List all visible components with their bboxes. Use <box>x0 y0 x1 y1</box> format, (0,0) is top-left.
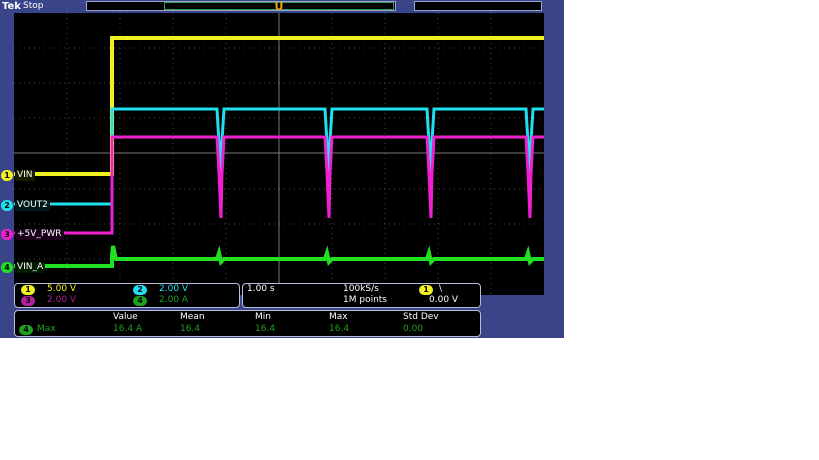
ch2-scale-badge: 2 <box>133 285 147 295</box>
time-per-division: 1.00 s <box>247 284 275 294</box>
meas-header-std-dev: Std Dev <box>403 312 439 322</box>
ch1-scale: 5.00 V <box>47 284 77 294</box>
ch3-name: +5V_PWR <box>15 229 64 240</box>
ch1-label[interactable]: 1 VIN <box>0 170 35 181</box>
meas-value: 16.4 A <box>113 324 143 334</box>
meas-channel-badge: 4 <box>19 325 33 335</box>
oscilloscope-screen: Tek Stop U 1 VIN 2 VOUT2 3 +5V_PWR 4 VIN… <box>0 0 564 338</box>
meas-type: Max <box>37 324 56 334</box>
ch4-number: 4 <box>1 262 13 273</box>
meas-header-min: Min <box>255 312 271 322</box>
ch2-label[interactable]: 2 VOUT2 <box>0 200 50 211</box>
ch4-label[interactable]: 4 VIN_A <box>0 262 46 273</box>
meas-min: 16.4 <box>255 324 276 334</box>
record-length: 1M points <box>343 295 387 305</box>
trigger-source-badge: 1 <box>419 285 433 295</box>
ch4-scale: 2.00 A <box>159 295 189 305</box>
ch4-name: VIN_A <box>15 262 46 273</box>
record-overview-bar-right <box>414 1 542 11</box>
meas-std-dev: 0.00 <box>403 324 424 334</box>
graticule-center <box>14 13 544 295</box>
meas-mean: 16.4 <box>180 324 201 334</box>
meas-header-mean: Mean <box>180 312 205 322</box>
ch2-scale: 2.00 V <box>159 284 189 294</box>
meas-max: 16.4 <box>329 324 350 334</box>
ch3-scale: 2.00 V <box>47 295 77 305</box>
sample-rate: 100kS/s <box>343 284 379 294</box>
waveform-graph <box>14 13 544 295</box>
ch4-scale-badge: 4 <box>133 296 147 306</box>
vertical-scale-panel[interactable]: 1 5.00 V 2 2.00 V 3 2.00 V 4 2.00 A <box>14 283 240 308</box>
ch2-number: 2 <box>1 200 13 211</box>
status-bar: Tek Stop U <box>0 0 564 13</box>
ch1-number: 1 <box>1 170 13 181</box>
waveform-display[interactable] <box>14 13 544 295</box>
timebase-panel[interactable]: 1.00 s 100kS/s 1M points 1 \ 0.00 V <box>242 283 481 308</box>
ch1-scale-badge: 1 <box>21 285 35 295</box>
trigger-level: 0.00 V <box>429 295 459 305</box>
brand-label: Tek <box>2 1 21 12</box>
ch1-name: VIN <box>15 170 35 181</box>
measurements-panel[interactable]: Value Mean Min Max Std Dev 4 Max 16.4 A … <box>14 310 481 337</box>
trigger-slope-icon: \ <box>439 284 443 294</box>
ch3-label[interactable]: 3 +5V_PWR <box>0 229 64 240</box>
ch3-scale-badge: 3 <box>21 296 35 306</box>
ch2-name: VOUT2 <box>15 200 50 211</box>
ch3-number: 3 <box>1 229 13 240</box>
trigger-position-icon[interactable]: U <box>274 0 284 13</box>
meas-header-value: Value <box>113 312 138 322</box>
acquisition-state: Stop <box>23 1 44 11</box>
meas-header-max: Max <box>329 312 348 322</box>
